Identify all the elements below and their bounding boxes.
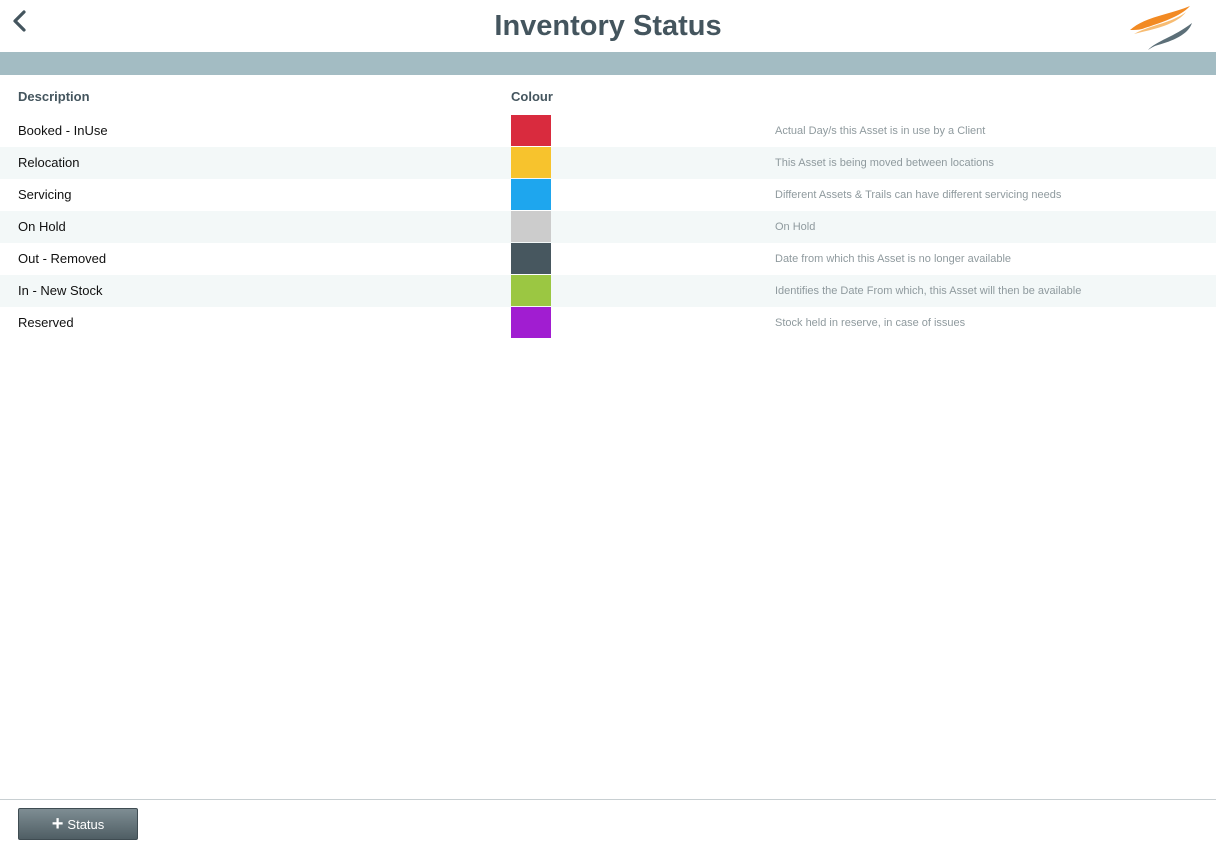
- table-row[interactable]: In - New Stock Identifies the Date From …: [0, 275, 1216, 307]
- colour-swatch: [511, 243, 551, 274]
- row-description: Relocation: [18, 155, 80, 170]
- swoosh-logo-icon: [1126, 3, 1200, 53]
- row-note: This Asset is being moved between locati…: [775, 157, 994, 169]
- inventory-status-page: Inventory Status Description Colour Book…: [0, 0, 1216, 844]
- colour-swatch: [511, 275, 551, 306]
- footer-divider: [0, 799, 1216, 800]
- row-note: Stock held in reserve, in case of issues: [775, 317, 966, 329]
- table-row[interactable]: Out - Removed Date from which this Asset…: [0, 243, 1216, 275]
- row-description: Out - Removed: [18, 251, 107, 266]
- row-note: On Hold: [775, 221, 816, 233]
- table-row[interactable]: Reserved Stock held in reserve, in case …: [0, 307, 1216, 339]
- colour-swatch: [511, 179, 551, 210]
- add-status-button[interactable]: + Status: [18, 808, 138, 840]
- row-note: Different Assets & Trails can have diffe…: [775, 189, 1062, 201]
- colour-swatch: [511, 147, 551, 178]
- column-header-colour: Colour: [511, 89, 553, 104]
- status-table: Description Colour Booked - InUse Actual…: [0, 75, 1216, 339]
- table-row[interactable]: Servicing Different Assets & Trails can …: [0, 179, 1216, 211]
- table-row[interactable]: Booked - InUse Actual Day/s this Asset i…: [0, 115, 1216, 147]
- add-status-label: Status: [67, 816, 105, 832]
- column-header-description: Description: [18, 89, 90, 104]
- row-note: Date from which this Asset is no longer …: [775, 253, 1012, 265]
- row-description: Servicing: [18, 187, 72, 202]
- colour-swatch: [511, 307, 551, 338]
- row-note: Identifies the Date From which, this Ass…: [775, 285, 1082, 297]
- header-band: [0, 52, 1216, 75]
- table-row[interactable]: On Hold On Hold: [0, 211, 1216, 243]
- header: Inventory Status: [0, 0, 1216, 52]
- row-description: Reserved: [18, 315, 74, 330]
- row-description: In - New Stock: [18, 283, 103, 298]
- colour-swatch: [511, 211, 551, 242]
- row-description: Booked - InUse: [18, 123, 108, 138]
- plus-icon: +: [51, 813, 64, 835]
- table-header: Description Colour: [0, 75, 1216, 115]
- row-note: Actual Day/s this Asset is in use by a C…: [775, 125, 986, 137]
- table-row[interactable]: Relocation This Asset is being moved bet…: [0, 147, 1216, 179]
- row-description: On Hold: [18, 219, 66, 234]
- page-title: Inventory Status: [494, 10, 722, 42]
- colour-swatch: [511, 115, 551, 146]
